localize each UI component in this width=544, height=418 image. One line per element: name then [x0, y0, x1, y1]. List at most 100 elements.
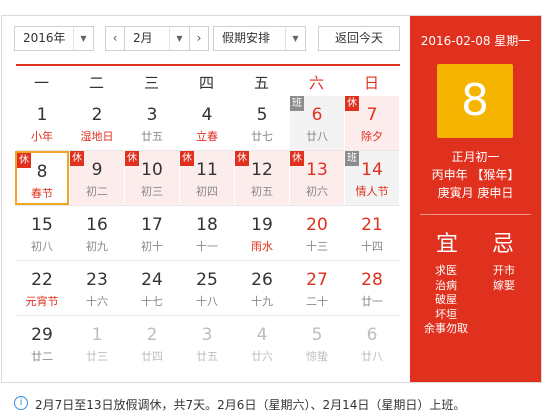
day-cell[interactable]: 休 7 除夕 — [345, 96, 399, 150]
prev-month-button[interactable]: ‹ — [105, 26, 125, 51]
day-cell[interactable]: 28 廿一 — [345, 261, 399, 315]
calendar-widget: 2016年 ▼ ‹ 2月 ▼ › 假期安排 ▼ 返回今天 一 二 三 四 五 六 日 1 小年… — [0, 0, 544, 418]
day-cell[interactable]: 班 14 情人节 — [345, 151, 399, 205]
ji-list: 开市 嫁娶 — [482, 264, 526, 293]
day-number: 6 — [366, 325, 378, 345]
day-number: 8 — [36, 162, 48, 182]
weekday-label: 六 — [308, 74, 324, 92]
day-cell[interactable]: 26 十九 — [235, 261, 289, 315]
lunar-label: 春节 — [31, 187, 53, 200]
day-number: 5 — [311, 325, 323, 345]
yi-item: 求医 — [435, 264, 457, 277]
day-cell[interactable]: 休 13 初六 — [290, 151, 344, 205]
weekday-label: 三 — [143, 74, 159, 92]
day-number: 22 — [31, 270, 53, 290]
day-number: 25 — [196, 270, 218, 290]
day-cell[interactable]: 5 惊蛰 — [290, 316, 344, 370]
day-cell[interactable]: 27 二十 — [290, 261, 344, 315]
yi-list: 求医 治病 破屋 坏垣 余事勿取 — [420, 264, 472, 337]
next-month-button[interactable]: › — [189, 26, 209, 51]
day-cell-today[interactable]: 休 8 春节 — [15, 151, 69, 205]
day-cell[interactable]: 5 廿七 — [235, 96, 289, 150]
ganzhi-month-day: 庚寅月 庚申日 — [437, 186, 514, 200]
weekday-label: 四 — [198, 74, 214, 92]
day-cell[interactable]: 18 十一 — [180, 206, 234, 260]
yi-item: 破屋 — [435, 293, 457, 306]
day-number: 2 — [146, 325, 158, 345]
day-cell[interactable]: 16 初九 — [70, 206, 124, 260]
chevron-down-icon: ▼ — [285, 27, 305, 50]
ji-label: 忌 — [492, 232, 515, 257]
day-cell[interactable]: 24 十七 — [125, 261, 179, 315]
ji-item: 开市 — [493, 264, 515, 277]
day-cell[interactable]: 21 十四 — [345, 206, 399, 260]
back-to-today-button[interactable]: 返回今天 — [318, 26, 400, 51]
day-cell[interactable]: 休 10 初三 — [125, 151, 179, 205]
weekday-label: 一 — [33, 74, 49, 92]
day-number: 23 — [86, 270, 108, 290]
day-number: 1 — [91, 325, 103, 345]
day-cell[interactable]: 4 立春 — [180, 96, 234, 150]
day-cell[interactable]: 4 廿六 — [235, 316, 289, 370]
day-cell[interactable]: 23 十六 — [70, 261, 124, 315]
day-cell[interactable]: 17 初十 — [125, 206, 179, 260]
day-cell[interactable]: 2 廿四 — [125, 316, 179, 370]
day-number: 17 — [141, 215, 163, 235]
calendar-main: 2016年 ▼ ‹ 2月 ▼ › 假期安排 ▼ 返回今天 一 二 三 四 五 六 日 1 小年… — [2, 16, 410, 382]
day-cell[interactable]: 6 廿八 — [345, 316, 399, 370]
weekday-label: 二 — [88, 74, 104, 92]
day-number: 4 — [256, 325, 268, 345]
day-number: 9 — [91, 160, 103, 180]
day-cell[interactable]: 班 6 廿八 — [290, 96, 344, 150]
weekday-label: 五 — [253, 74, 269, 92]
lunar-label: 廿八 — [361, 350, 383, 363]
day-cell[interactable]: 1 小年 — [15, 96, 69, 150]
day-cell[interactable]: 2 湿地日 — [70, 96, 124, 150]
day-number: 3 — [201, 325, 213, 345]
month-select[interactable]: 2月 ▼ — [124, 26, 190, 51]
lunar-label: 廿五 — [141, 130, 163, 143]
day-cell[interactable]: 3 廿五 — [180, 316, 234, 370]
day-number: 13 — [306, 160, 328, 180]
day-number: 29 — [31, 325, 53, 345]
lunar-label: 初八 — [31, 240, 53, 253]
selected-date-line: 2016-02-08 星期一 — [420, 34, 531, 48]
day-cell[interactable]: 1 廿三 — [70, 316, 124, 370]
day-number: 15 — [31, 215, 53, 235]
panel-divider — [420, 214, 531, 215]
day-number: 16 — [86, 215, 108, 235]
lunar-label: 初四 — [196, 185, 218, 198]
day-cell[interactable]: 15 初八 — [15, 206, 69, 260]
day-number: 18 — [196, 215, 218, 235]
lunar-label: 初二 — [86, 185, 108, 198]
day-cell[interactable]: 22 元宵节 — [15, 261, 69, 315]
day-cell[interactable]: 休 9 初二 — [70, 151, 124, 205]
day-cell[interactable]: 25 十八 — [180, 261, 234, 315]
day-cell[interactable]: 休 11 初四 — [180, 151, 234, 205]
day-cell[interactable]: 20 十三 — [290, 206, 344, 260]
day-cell[interactable]: 休 12 初五 — [235, 151, 289, 205]
lunar-label: 小年 — [31, 130, 53, 143]
year-select[interactable]: 2016年 ▼ — [14, 26, 94, 51]
day-number: 26 — [251, 270, 273, 290]
lunar-label: 湿地日 — [80, 130, 114, 143]
day-number: 12 — [251, 160, 273, 180]
day-number: 28 — [361, 270, 383, 290]
holiday-select[interactable]: 假期安排 ▼ — [213, 26, 306, 51]
day-cell[interactable]: 19 雨水 — [235, 206, 289, 260]
day-cell[interactable]: 29 廿二 — [15, 316, 69, 370]
lunar-label: 惊蛰 — [306, 350, 328, 363]
day-number: 11 — [196, 160, 218, 180]
day-number: 14 — [361, 160, 383, 180]
chevron-right-icon: › — [196, 31, 202, 45]
lunar-label: 初六 — [306, 185, 328, 198]
ganzhi-year: 丙申年 【猴年】 — [431, 168, 520, 182]
year-select-value: 2016年 — [23, 31, 66, 45]
lunar-label: 廿七 — [251, 130, 273, 143]
day-cell[interactable]: 3 廿五 — [125, 96, 179, 150]
lunar-label: 廿一 — [361, 295, 383, 308]
lunar-date: 正月初一 — [451, 150, 500, 164]
day-number: 27 — [306, 270, 328, 290]
lunar-label: 廿五 — [196, 350, 218, 363]
lunar-label: 二十 — [306, 295, 328, 308]
